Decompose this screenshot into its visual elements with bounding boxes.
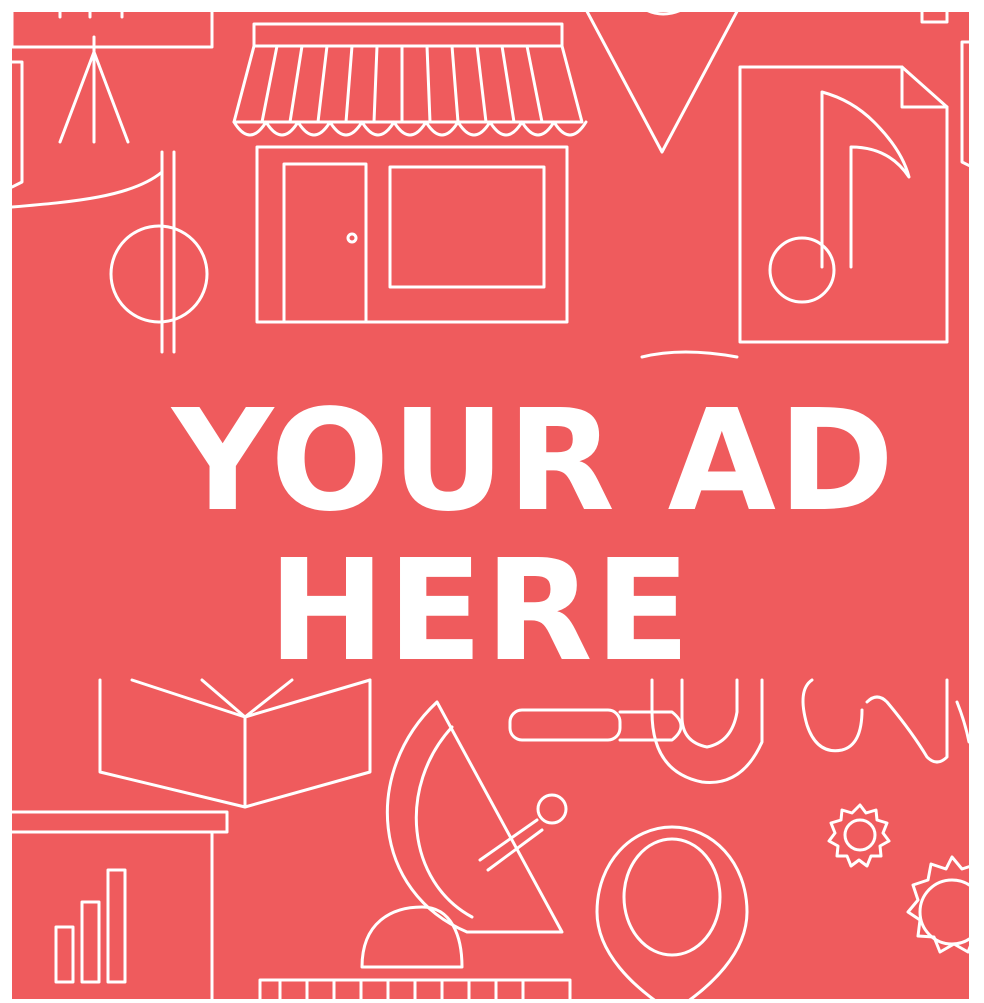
ad-banner[interactable]: YOUR AD HERE	[12, 12, 969, 999]
storefront-icon	[258, 978, 572, 999]
headline-line-2: HERE	[268, 530, 693, 693]
headline-line-1: YOUR AD	[172, 380, 897, 543]
